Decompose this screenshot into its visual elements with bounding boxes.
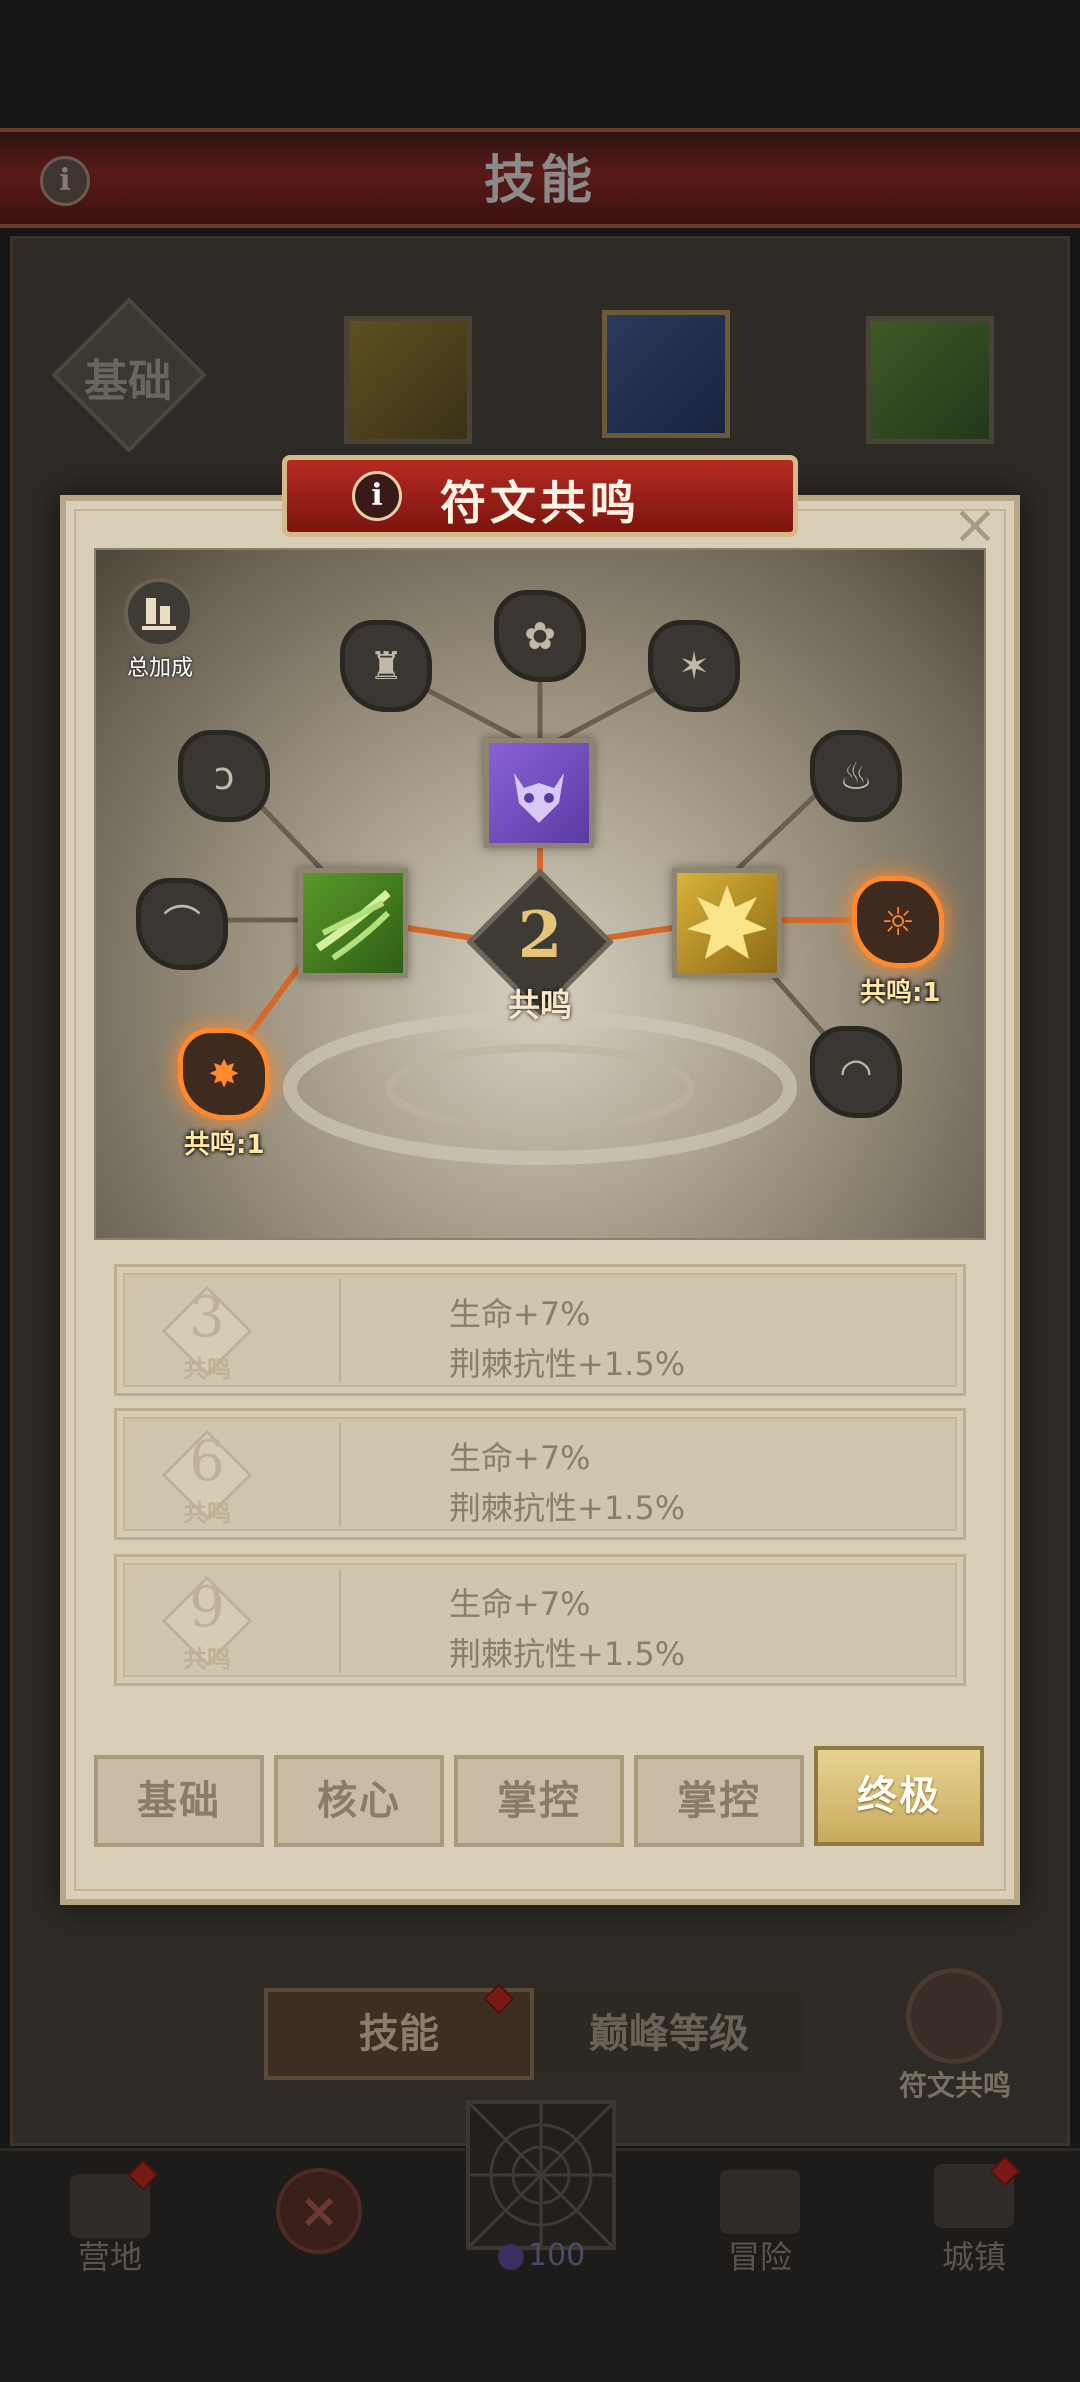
list-item: 9 共鸣 生命+7% 荆棘抗性+1.5% bbox=[114, 1554, 966, 1686]
spike-creature-icon bbox=[687, 885, 767, 959]
wind-skill-icon[interactable] bbox=[298, 868, 408, 978]
nav-camp[interactable]: 营地 bbox=[40, 2232, 180, 2278]
tab-basic[interactable]: 基础 bbox=[94, 1755, 264, 1847]
bonus-chart-icon bbox=[142, 598, 176, 630]
resonance-level-list[interactable]: 3 共鸣 生命+7% 荆棘抗性+1.5% 6 共鸣 生命+7% 荆棘抗性+1.5… bbox=[100, 1250, 980, 1718]
tab-ultimate[interactable]: 终极 bbox=[814, 1746, 984, 1846]
tab-core[interactable]: 核心 bbox=[274, 1755, 444, 1847]
rune-node-arc-icon[interactable]: ◠ bbox=[810, 1026, 902, 1118]
total-bonus-label: 总加成 bbox=[126, 656, 193, 681]
rune-node-sun-icon[interactable]: ☼ bbox=[852, 876, 944, 968]
tier-label: 共鸣 bbox=[183, 1499, 231, 1527]
total-bonus-button[interactable] bbox=[124, 578, 194, 648]
resonance-label: 共鸣 bbox=[507, 986, 572, 1024]
nav-adventure[interactable]: 冒险 bbox=[690, 2232, 830, 2278]
popup-title: 符文共鸣 bbox=[440, 476, 640, 530]
rune-node-castle-icon[interactable]: ♜ bbox=[340, 620, 432, 712]
tier-badge: 3 共鸣 bbox=[157, 1281, 257, 1383]
bonus-line-1: 生命+7% bbox=[449, 1585, 591, 1623]
tab-mastery-1[interactable]: 掌控 bbox=[454, 1755, 624, 1847]
bonus-line-2: 荆棘抗性+1.5% bbox=[449, 1345, 686, 1383]
claw-skill-icon bbox=[866, 316, 994, 444]
tier-number: 6 bbox=[189, 1429, 225, 1494]
adventure-map-icon[interactable] bbox=[720, 2170, 800, 2234]
spike-skill-icon[interactable] bbox=[672, 868, 782, 978]
rune-resonance-label: 符文共鸣 bbox=[898, 2069, 1011, 2102]
row-divider bbox=[339, 1423, 341, 1527]
web-emblem-icon bbox=[468, 2102, 614, 2248]
rune-node-flower-icon[interactable]: ✿ bbox=[494, 590, 586, 682]
list-item: 3 共鸣 生命+7% 荆棘抗性+1.5% bbox=[114, 1264, 966, 1396]
axe-skill-icon bbox=[344, 316, 472, 444]
rune-resonance-button[interactable] bbox=[906, 1968, 1002, 2064]
list-item: 6 共鸣 生命+7% 荆棘抗性+1.5% bbox=[114, 1408, 966, 1540]
demon-face-icon bbox=[514, 773, 564, 823]
tier-number: 3 bbox=[189, 1285, 225, 1350]
rune-node-burst-icon[interactable]: ✸ bbox=[178, 1028, 270, 1120]
page-title: 技能 bbox=[483, 151, 596, 211]
bonus-line-2: 荆棘抗性+1.5% bbox=[449, 1635, 686, 1673]
rune-node-drop-icon[interactable]: ⌒ bbox=[136, 878, 228, 970]
gem-currency-icon bbox=[498, 2244, 524, 2270]
hammer-skill-icon bbox=[602, 310, 730, 438]
rune-node-fire-icon[interactable]: ♨ bbox=[810, 730, 902, 822]
bonus-line-1: 生命+7% bbox=[449, 1439, 591, 1477]
gem-currency-amount: 100 bbox=[528, 2238, 586, 2273]
tier-label: 共鸣 bbox=[183, 1645, 231, 1673]
demon-skill-icon[interactable] bbox=[484, 738, 594, 848]
bonus-line-2: 荆棘抗性+1.5% bbox=[449, 1489, 686, 1527]
left-node-resonance-label: 共鸣:1 bbox=[184, 1130, 265, 1160]
base-label: 基础 bbox=[84, 356, 172, 407]
cancel-icon[interactable]: × bbox=[276, 2168, 362, 2254]
close-icon[interactable]: × bbox=[950, 498, 1000, 552]
wind-slash-icon bbox=[315, 889, 391, 961]
center-character-slot[interactable] bbox=[466, 2100, 616, 2250]
rune-node-swirl-icon[interactable]: ↄ bbox=[178, 730, 270, 822]
tier-number: 9 bbox=[189, 1575, 225, 1640]
row-divider bbox=[339, 1279, 341, 1383]
right-node-resonance-label: 共鸣:1 bbox=[860, 978, 941, 1008]
tier-badge: 6 共鸣 bbox=[157, 1425, 257, 1527]
nav-town[interactable]: 城镇 bbox=[904, 2232, 1044, 2278]
rune-node-star-icon[interactable]: ✶ bbox=[648, 620, 740, 712]
tab-mastery-2[interactable]: 掌控 bbox=[634, 1755, 804, 1847]
resonance-count: 2 bbox=[517, 898, 563, 973]
tier-badge: 9 共鸣 bbox=[157, 1571, 257, 1673]
peak-level-tab[interactable]: 巅峰等级 bbox=[534, 1994, 804, 2074]
tier-label: 共鸣 bbox=[183, 1355, 231, 1383]
row-divider bbox=[339, 1569, 341, 1673]
bonus-line-1: 生命+7% bbox=[449, 1295, 591, 1333]
